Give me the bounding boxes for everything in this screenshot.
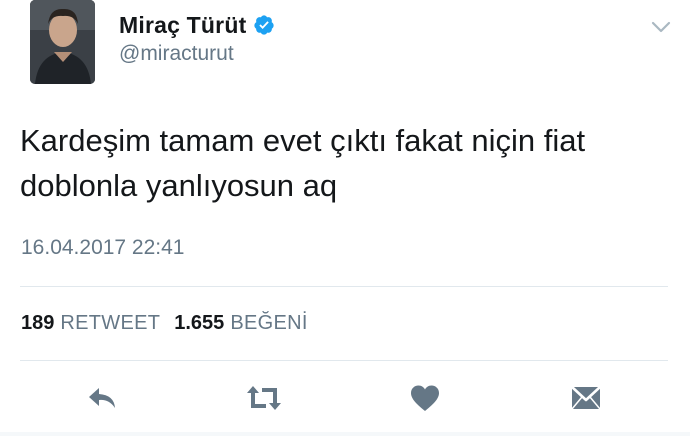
like-button[interactable] [405,380,445,416]
tweet-card: Miraç Türüt @miracturut Kardeşim tamam e… [0,0,690,436]
bottom-border [0,432,690,436]
like-stat[interactable]: 1.655 BEĞENİ [174,312,307,335]
divider [20,286,668,287]
avatar[interactable] [30,0,95,84]
avatar-photo [30,0,95,84]
reply-button[interactable] [82,380,122,416]
envelope-icon [571,386,601,410]
tweet-stats: 189 RETWEET 1.655 BEĞENİ [21,312,308,335]
direct-message-button[interactable] [566,380,606,416]
retweet-label: RETWEET [60,312,161,334]
retweet-stat[interactable]: 189 RETWEET [21,312,160,335]
divider [20,360,668,361]
chevron-down-icon[interactable] [651,20,671,34]
tweet-text-line: Kardeşim tamam evet çıktı fakat niçin fi… [20,123,586,158]
author-name-row: Miraç Türüt [119,10,275,40]
tweet-text: Kardeşim tamam evet çıktı fakat niçin fi… [20,118,660,208]
retweet-button[interactable] [244,380,284,416]
retweet-count: 189 [21,312,55,334]
like-count: 1.655 [174,312,225,334]
tweet-timestamp[interactable]: 16.04.2017 22:41 [21,236,185,260]
reply-icon [89,388,115,408]
author-handle[interactable]: @miracturut [119,42,234,66]
author-display-name[interactable]: Miraç Türüt [119,12,246,39]
tweet-text-line: doblonla yanlıyosun aq [20,168,338,203]
heart-icon [411,385,439,411]
retweet-icon [247,386,281,410]
verified-badge-icon [253,14,275,36]
like-label: BEĞENİ [230,312,308,334]
